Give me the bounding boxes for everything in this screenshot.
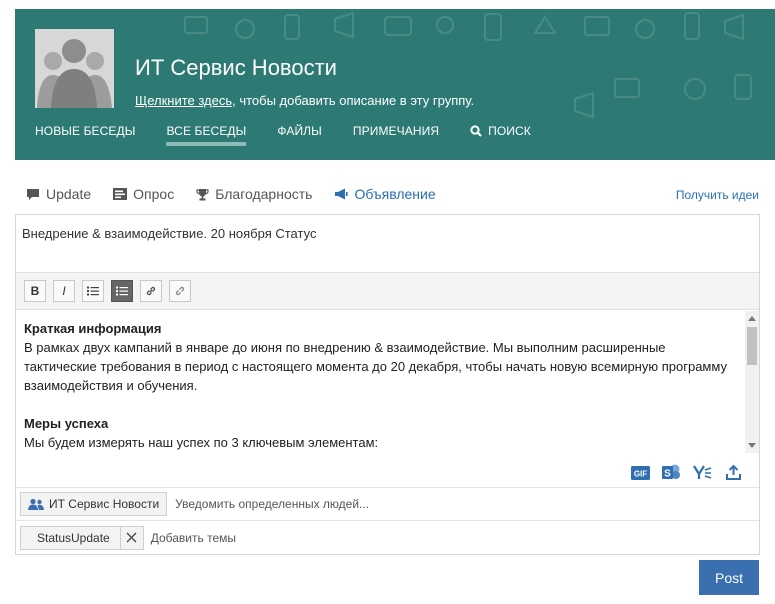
nav-new-conversations[interactable]: НОВЫЕ БЕСЕДЫ bbox=[35, 124, 135, 146]
body-heading-summary: Краткая информация bbox=[24, 321, 162, 336]
announcement-title-input[interactable]: Внедрение & взаимодействие. 20 ноября Ст… bbox=[16, 215, 759, 272]
topics-row: StatusUpdate Добавить темы bbox=[16, 520, 759, 554]
post-button[interactable]: Post bbox=[699, 560, 759, 595]
body-heading-success: Меры успеха bbox=[24, 416, 109, 431]
group-title: ИТ Сервис Новости bbox=[135, 55, 337, 80]
tab-praise-label: Благодарность bbox=[215, 186, 313, 202]
search-icon bbox=[470, 125, 482, 137]
message-body-editor[interactable]: Краткая информация В рамках двух кампани… bbox=[16, 311, 759, 453]
upload-icon[interactable] bbox=[724, 464, 743, 481]
notify-people-input[interactable]: Уведомить определенных людей... bbox=[175, 497, 369, 511]
nav-search-label: ПОИСК bbox=[488, 124, 531, 138]
group-recipient-pill[interactable]: ИТ Сервис Новости bbox=[20, 492, 168, 516]
group-avatar bbox=[35, 29, 114, 108]
tab-praise[interactable]: Благодарность bbox=[196, 186, 312, 202]
body-paragraph-success: Мы будем измерять наш успех по 3 ключевы… bbox=[24, 435, 379, 450]
nav-notes[interactable]: ПРИМЕЧАНИЯ bbox=[353, 124, 439, 146]
topic-tag: StatusUpdate bbox=[20, 525, 144, 550]
attachment-toolbar: GIF S bbox=[631, 464, 743, 481]
trophy-icon bbox=[196, 188, 209, 200]
group-people-icon bbox=[28, 498, 44, 510]
scroll-thumb[interactable] bbox=[747, 327, 757, 365]
group-description: Щелкните здесь, чтобы добавить описание … bbox=[135, 93, 474, 108]
tab-announcement[interactable]: Объявление bbox=[334, 186, 436, 202]
nav-search[interactable]: ПОИСК bbox=[470, 124, 531, 146]
bold-button[interactable]: B bbox=[24, 280, 46, 302]
message-body-text: Краткая информация В рамках двух кампани… bbox=[24, 319, 734, 452]
body-spacer bbox=[24, 395, 734, 414]
remove-topic-button[interactable] bbox=[119, 526, 143, 549]
composer: Внедрение & взаимодействие. 20 ноября Ст… bbox=[15, 214, 760, 555]
gif-icon[interactable]: GIF bbox=[631, 464, 650, 481]
megaphone-icon bbox=[335, 188, 349, 200]
italic-button-label: I bbox=[62, 284, 66, 298]
close-icon bbox=[126, 532, 137, 543]
speech-bubble-icon bbox=[27, 188, 39, 200]
editor-scrollbar[interactable] bbox=[745, 311, 759, 453]
link-button[interactable] bbox=[140, 280, 162, 302]
unlink-button[interactable] bbox=[169, 280, 191, 302]
formatting-toolbar: B I bbox=[16, 272, 759, 310]
sharepoint-icon[interactable]: S bbox=[662, 464, 681, 481]
tab-update-label: Update bbox=[46, 186, 92, 202]
numbered-list-button[interactable] bbox=[111, 280, 133, 302]
italic-button[interactable]: I bbox=[53, 280, 75, 302]
add-description-link[interactable]: Щелкните здесь bbox=[135, 93, 232, 108]
bold-button-label: B bbox=[30, 284, 40, 298]
topic-tag-label: StatusUpdate bbox=[37, 530, 110, 545]
gif-label: GIF bbox=[634, 469, 647, 478]
tab-announcement-label: Объявление bbox=[354, 186, 436, 202]
publisher-tabs: Update Опрос Благодарность Объявление bbox=[26, 186, 458, 202]
link-icon bbox=[146, 286, 156, 296]
scroll-up-arrow[interactable] bbox=[748, 316, 756, 321]
notify-people-row: ИТ Сервис Новости Уведомить определенных… bbox=[16, 487, 759, 520]
poll-icon bbox=[113, 188, 128, 200]
tab-update[interactable]: Update bbox=[26, 186, 91, 202]
tab-poll-label: Опрос bbox=[133, 186, 175, 202]
nav-all-conversations[interactable]: ВСЕ БЕСЕДЫ bbox=[166, 124, 247, 146]
add-topics-input[interactable]: Добавить темы bbox=[151, 531, 236, 545]
group-recipient-label: ИТ Сервис Новости bbox=[49, 497, 160, 511]
nav-files[interactable]: ФАЙЛЫ bbox=[277, 124, 322, 146]
svg-text:S: S bbox=[664, 468, 671, 479]
unlink-icon bbox=[175, 286, 185, 296]
get-ideas-link[interactable]: Получить идеи bbox=[676, 188, 759, 202]
tab-poll[interactable]: Опрос bbox=[113, 186, 174, 202]
yammer-icon[interactable] bbox=[693, 464, 712, 481]
bullet-list-icon bbox=[87, 286, 99, 296]
group-header: ИТ Сервис Новости Щелкните здесь, чтобы … bbox=[15, 9, 775, 160]
body-paragraph-summary: В рамках двух кампаний в январе до июня … bbox=[24, 340, 727, 393]
numbered-list-icon bbox=[116, 286, 128, 296]
group-nav: НОВЫЕ БЕСЕДЫ ВСЕ БЕСЕДЫ ФАЙЛЫ ПРИМЕЧАНИЯ… bbox=[35, 124, 562, 146]
bullet-list-button[interactable] bbox=[82, 280, 104, 302]
description-text: , чтобы добавить описание в эту группу. bbox=[232, 93, 475, 108]
scroll-down-arrow[interactable] bbox=[748, 443, 756, 448]
